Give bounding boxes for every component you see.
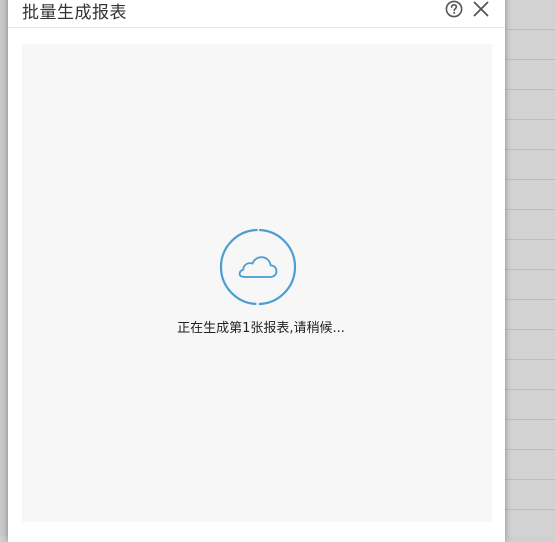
loading-message: 正在生成第1张报表,请稍候...	[177, 321, 345, 336]
loading-spinner	[218, 227, 298, 307]
dialog-body: 正在生成第1张报表,请稍候...	[22, 44, 492, 522]
help-icon[interactable]	[445, 0, 463, 18]
batch-report-dialog: 批量生成报表 正在生成第1张报表,请稍候...	[8, 0, 505, 542]
cloud-icon	[238, 256, 278, 278]
background-left-strip	[0, 0, 8, 536]
dialog-header: 批量生成报表	[8, 0, 505, 28]
dialog-title: 批量生成报表	[22, 3, 127, 23]
close-icon[interactable]	[472, 0, 490, 18]
